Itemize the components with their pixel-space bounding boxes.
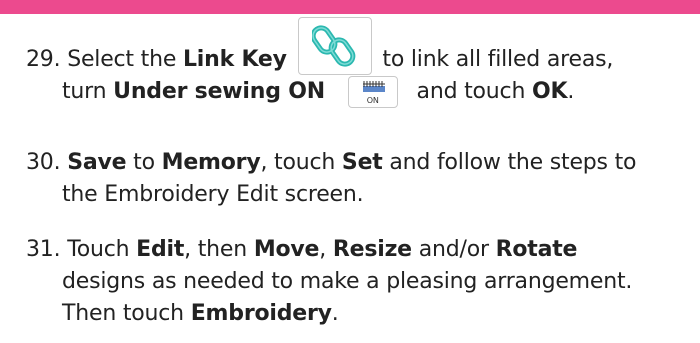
step-31: 31. Touch Edit, then Move, Resize and/or…: [26, 237, 633, 326]
step-number: 29.: [26, 47, 61, 72]
link-chain-icon: [311, 25, 355, 67]
under-sewing-button[interactable]: ON: [347, 76, 398, 108]
link-key-label: Link Key: [182, 47, 287, 72]
link-key-button[interactable]: [297, 17, 372, 75]
under-sewing-on-label: ON: [366, 96, 379, 105]
step-30: 30. Save to Memory, touch Set and follow…: [26, 150, 637, 207]
step-number: 30.: [26, 150, 61, 175]
under-sewing-label: Under sewing ON: [113, 79, 325, 104]
under-sewing-icon: [362, 81, 385, 92]
step-number: 31.: [26, 237, 61, 262]
ok-label: OK: [532, 79, 568, 104]
step-29: 29. Select the Link Key to link all fill…: [26, 17, 613, 108]
header-accent-bar: [0, 0, 700, 14]
